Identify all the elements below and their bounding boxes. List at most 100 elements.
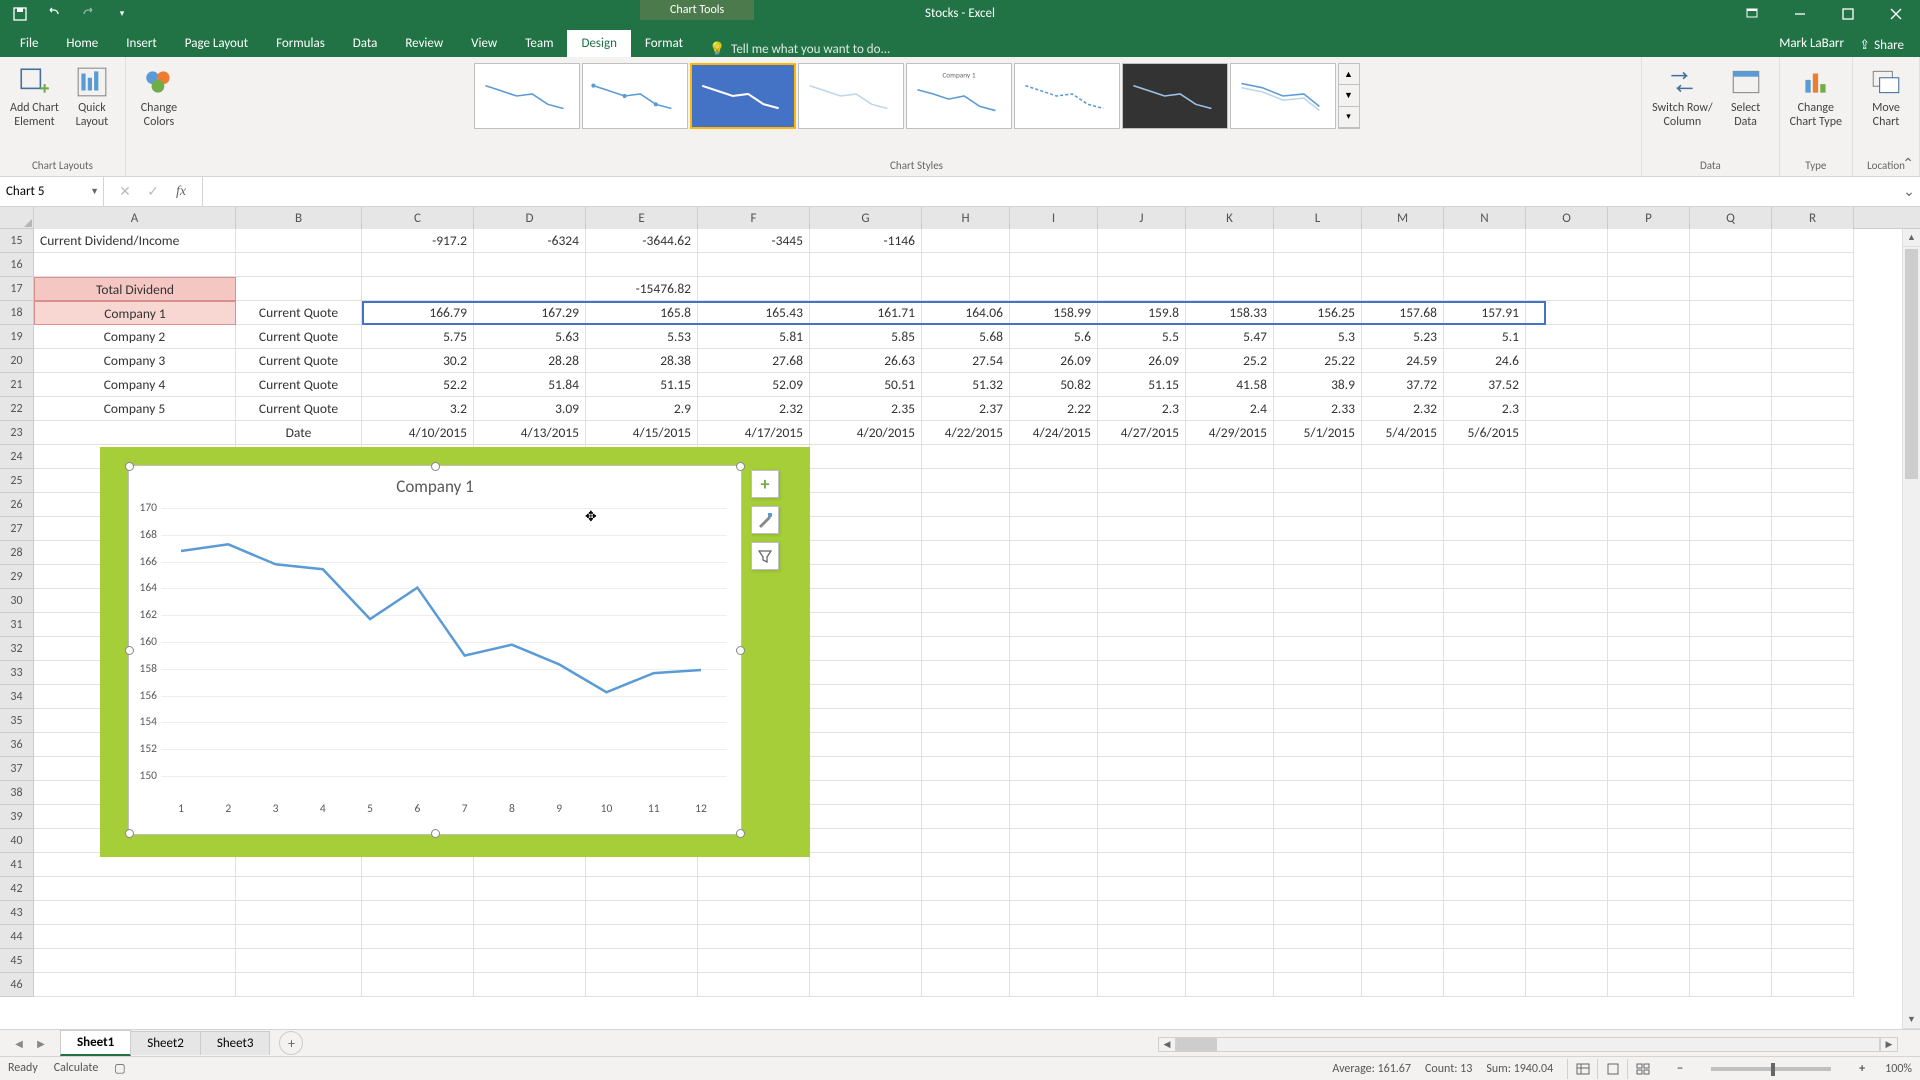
cell-J31[interactable] xyxy=(1098,613,1186,637)
cell-H16[interactable] xyxy=(922,253,1010,277)
cell-P41[interactable] xyxy=(1608,853,1690,877)
cell-B19[interactable]: Current Quote xyxy=(236,325,362,349)
cell-P30[interactable] xyxy=(1608,589,1690,613)
col-header-L[interactable]: L xyxy=(1274,207,1362,229)
cell-M39[interactable] xyxy=(1362,805,1444,829)
cell-N20[interactable]: 24.6 xyxy=(1444,349,1526,373)
cell-N34[interactable] xyxy=(1444,685,1526,709)
cell-M29[interactable] xyxy=(1362,565,1444,589)
sheet-tab-3[interactable]: Sheet3 xyxy=(200,1031,271,1055)
cell-L44[interactable] xyxy=(1274,925,1362,949)
chart-handle-tm[interactable] xyxy=(431,462,440,471)
chart-filters-button[interactable] xyxy=(751,542,779,570)
cell-O33[interactable] xyxy=(1526,661,1608,685)
cell-H40[interactable] xyxy=(922,829,1010,853)
cell-F45[interactable] xyxy=(698,949,810,973)
cell-H43[interactable] xyxy=(922,901,1010,925)
cell-C44[interactable] xyxy=(362,925,474,949)
cell-I21[interactable]: 50.82 xyxy=(1010,373,1098,397)
cell-M16[interactable] xyxy=(1362,253,1444,277)
cell-O45[interactable] xyxy=(1526,949,1608,973)
cell-G33[interactable] xyxy=(810,661,922,685)
cell-I17[interactable] xyxy=(1010,277,1098,301)
cell-H17[interactable] xyxy=(922,277,1010,301)
cell-B45[interactable] xyxy=(236,949,362,973)
cell-J44[interactable] xyxy=(1098,925,1186,949)
cell-K16[interactable] xyxy=(1186,253,1274,277)
cell-R38[interactable] xyxy=(1772,781,1854,805)
cell-G18[interactable]: 161.71 xyxy=(810,301,922,325)
cell-N16[interactable] xyxy=(1444,253,1526,277)
cell-M30[interactable] xyxy=(1362,589,1444,613)
cell-N33[interactable] xyxy=(1444,661,1526,685)
cell-G35[interactable] xyxy=(810,709,922,733)
cell-P44[interactable] xyxy=(1608,925,1690,949)
tab-file[interactable]: File xyxy=(6,30,52,57)
row-header-28[interactable]: 28 xyxy=(0,541,34,565)
cell-E21[interactable]: 51.15 xyxy=(586,373,698,397)
cell-Q15[interactable] xyxy=(1690,229,1772,253)
cell-J45[interactable] xyxy=(1098,949,1186,973)
cell-H15[interactable] xyxy=(922,229,1010,253)
cell-B43[interactable] xyxy=(236,901,362,925)
row-header-29[interactable]: 29 xyxy=(0,565,34,589)
cell-R36[interactable] xyxy=(1772,733,1854,757)
cell-I37[interactable] xyxy=(1010,757,1098,781)
chart-style-8[interactable] xyxy=(1230,63,1336,129)
vscroll-thumb[interactable] xyxy=(1905,249,1918,479)
chart-handle-mr[interactable] xyxy=(736,646,745,655)
chart-elements-button[interactable]: + xyxy=(751,470,779,498)
cell-P27[interactable] xyxy=(1608,517,1690,541)
cell-P24[interactable] xyxy=(1608,445,1690,469)
cell-L27[interactable] xyxy=(1274,517,1362,541)
cell-O19[interactable] xyxy=(1526,325,1608,349)
cell-K19[interactable]: 5.47 xyxy=(1186,325,1274,349)
cell-L15[interactable] xyxy=(1274,229,1362,253)
cell-H28[interactable] xyxy=(922,541,1010,565)
cell-B20[interactable]: Current Quote xyxy=(236,349,362,373)
macro-record-icon[interactable]: ▢ xyxy=(114,1061,125,1076)
cell-O32[interactable] xyxy=(1526,637,1608,661)
cell-G28[interactable] xyxy=(810,541,922,565)
cell-D23[interactable]: 4/13/2015 xyxy=(474,421,586,445)
cell-E22[interactable]: 2.9 xyxy=(586,397,698,421)
cell-J36[interactable] xyxy=(1098,733,1186,757)
tab-formulas[interactable]: Formulas xyxy=(262,30,339,57)
cell-Q33[interactable] xyxy=(1690,661,1772,685)
cell-R27[interactable] xyxy=(1772,517,1854,541)
cell-J25[interactable] xyxy=(1098,469,1186,493)
cell-R44[interactable] xyxy=(1772,925,1854,949)
tab-review[interactable]: Review xyxy=(391,30,457,57)
cell-G22[interactable]: 2.35 xyxy=(810,397,922,421)
cell-C42[interactable] xyxy=(362,877,474,901)
cell-O31[interactable] xyxy=(1526,613,1608,637)
cell-I32[interactable] xyxy=(1010,637,1098,661)
cell-Q30[interactable] xyxy=(1690,589,1772,613)
cell-G25[interactable] xyxy=(810,469,922,493)
cell-I29[interactable] xyxy=(1010,565,1098,589)
cell-G39[interactable] xyxy=(810,805,922,829)
cell-N32[interactable] xyxy=(1444,637,1526,661)
cell-Q19[interactable] xyxy=(1690,325,1772,349)
cell-Q34[interactable] xyxy=(1690,685,1772,709)
cell-L41[interactable] xyxy=(1274,853,1362,877)
tell-me-search[interactable]: 💡 Tell me what you want to do... xyxy=(697,42,902,57)
cell-I36[interactable] xyxy=(1010,733,1098,757)
cell-G44[interactable] xyxy=(810,925,922,949)
cell-Q29[interactable] xyxy=(1690,565,1772,589)
cell-R46[interactable] xyxy=(1772,973,1854,997)
cell-P28[interactable] xyxy=(1608,541,1690,565)
cell-K38[interactable] xyxy=(1186,781,1274,805)
cell-J18[interactable]: 159.8 xyxy=(1098,301,1186,325)
cell-I24[interactable] xyxy=(1010,445,1098,469)
cell-R15[interactable] xyxy=(1772,229,1854,253)
zoom-slider[interactable] xyxy=(1711,1067,1831,1071)
cell-L40[interactable] xyxy=(1274,829,1362,853)
cell-M40[interactable] xyxy=(1362,829,1444,853)
row-header-33[interactable]: 33 xyxy=(0,661,34,685)
vscroll-up[interactable]: ▲ xyxy=(1903,229,1920,247)
cell-Q26[interactable] xyxy=(1690,493,1772,517)
cell-R41[interactable] xyxy=(1772,853,1854,877)
cell-R19[interactable] xyxy=(1772,325,1854,349)
cell-E19[interactable]: 5.53 xyxy=(586,325,698,349)
